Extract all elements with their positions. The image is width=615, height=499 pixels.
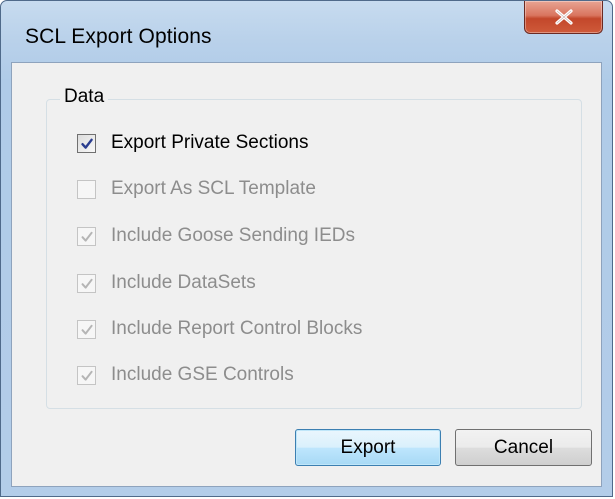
checkbox-include-gse-controls — [77, 365, 96, 385]
option-include-report-control-blocks: Include Report Control Blocks — [77, 316, 362, 342]
option-export-private-sections[interactable]: Export Private Sections — [77, 130, 308, 156]
option-label: Include GSE Controls — [111, 364, 294, 385]
option-include-goose-sending-ieds: Include Goose Sending IEDs — [77, 223, 355, 249]
close-icon — [555, 9, 573, 25]
checkbox-include-goose-sending-ieds — [77, 226, 96, 246]
checkbox-export-as-scl-template — [77, 179, 96, 199]
option-label: Export Private Sections — [111, 132, 309, 153]
cancel-button[interactable]: Cancel — [455, 429, 592, 466]
option-export-as-scl-template: Export As SCL Template — [77, 176, 316, 202]
checkmark-icon — [81, 370, 93, 381]
dialog-client-area: Data Export Private Sections Export As S… — [11, 62, 602, 487]
export-button[interactable]: Export — [295, 429, 441, 466]
groupbox-label: Data — [60, 86, 109, 108]
close-button[interactable] — [524, 1, 603, 34]
option-include-gse-controls: Include GSE Controls — [77, 362, 294, 388]
checkmark-icon — [81, 231, 93, 242]
option-label: Include DataSets — [111, 272, 256, 293]
window-title: SCL Export Options — [25, 25, 212, 48]
checkmark-icon — [81, 278, 93, 289]
option-include-datasets: Include DataSets — [77, 270, 256, 296]
option-label: Export As SCL Template — [111, 178, 316, 199]
dialog-window: SCL Export Options Data Export Private S… — [0, 0, 613, 497]
checkbox-include-datasets — [77, 273, 96, 293]
option-label: Include Goose Sending IEDs — [111, 225, 355, 246]
checkmark-icon — [81, 324, 93, 335]
checkmark-icon — [81, 138, 93, 149]
checkbox-include-report-control-blocks — [77, 319, 96, 339]
option-label: Include Report Control Blocks — [111, 318, 363, 339]
checkbox-export-private-sections[interactable] — [77, 133, 96, 153]
